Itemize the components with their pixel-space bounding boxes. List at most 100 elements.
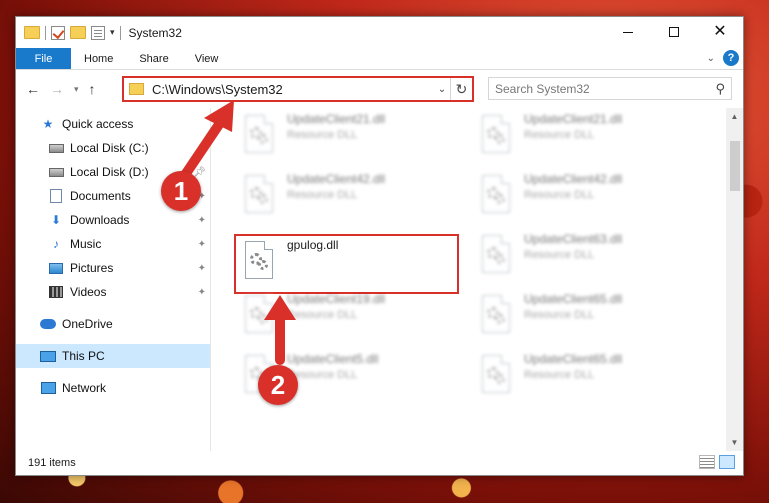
sidebar-item-label: Network [62,381,107,395]
maximize-button[interactable] [651,17,697,47]
search-input[interactable]: Search System32 [495,82,715,96]
navigation-row: ← → ▾ ↑ C:\Windows\System32 ⌄ ↻ Search S… [16,70,743,108]
search-box[interactable]: Search System32 ⚲ [488,77,732,100]
sidebar-item-local-disk-c[interactable]: Local Disk (C:) [16,136,210,160]
vertical-scrollbar[interactable]: ▲ ▼ [726,108,743,451]
close-button[interactable]: ✕ [697,17,743,47]
dll-file-icon [478,175,514,219]
refresh-icon[interactable]: ↻ [450,78,472,100]
sidebar-item-label: Downloads [70,213,130,227]
address-dropdown-chevron-icon[interactable]: ⌄ [434,84,450,95]
navigation-pane: ★ Quick access Local Disk (C:) Local Dis… [16,108,210,451]
close-icon: ✕ [713,23,727,40]
forward-arrow-icon[interactable]: → [50,81,64,97]
sidebar-item-downloads[interactable]: ⬇ Downloads ✦ [16,208,210,232]
quick-access-toolbar: ▾ [16,25,121,40]
file-type: Resource DLL [524,129,595,141]
downloads-icon: ⬇ [50,213,62,227]
sidebar-item-network[interactable]: Network [16,376,210,400]
properties-icon[interactable] [91,25,105,40]
dll-file-icon [478,115,514,159]
sidebar-item-label: Quick access [62,117,134,131]
sidebar-item-onedrive[interactable]: OneDrive [16,312,210,336]
sidebar-item-label: Local Disk (C:) [70,141,149,155]
tab-file[interactable]: File [16,48,71,69]
dll-file-icon [241,241,277,285]
pin-icon[interactable]: ✦ [198,287,206,298]
sidebar-item-label: Videos [70,285,107,299]
sidebar-item-this-pc[interactable]: This PC [16,344,210,368]
window-title: System32 [128,25,182,40]
file-name: UpdateClient42.dll [524,172,623,186]
file-type: Resource DLL [287,369,358,381]
step-2-badge: 2 [258,365,298,405]
cloud-icon [40,317,56,331]
videos-icon [48,285,64,299]
large-icons-view-icon[interactable] [719,455,735,469]
network-icon [40,381,56,395]
scroll-up-arrow-icon[interactable]: ▲ [726,108,743,125]
folder-icon [129,83,144,95]
search-icon[interactable]: ⚲ [715,81,725,97]
file-name: UpdateClient65.dll [524,352,623,366]
navigation-buttons: ← → ▾ ↑ [16,81,122,97]
recent-locations-chevron-icon[interactable]: ▾ [74,84,79,95]
expand-ribbon-chevron-icon[interactable]: ⌄ [707,53,715,64]
sidebar-item-label: Documents [70,189,131,203]
tab-home[interactable]: Home [71,48,126,69]
file-item[interactable]: UpdateClient63.dll Resource DLL [473,230,698,284]
new-folder-icon[interactable] [70,26,86,39]
up-arrow-icon[interactable]: ↑ [89,81,96,97]
file-explorer-window: ▾ System32 ✕ File Home Share View ⌄ ? ← … [15,16,744,476]
minimize-icon [623,31,633,33]
scrollbar-thumb[interactable] [730,141,740,191]
back-arrow-icon[interactable]: ← [26,81,40,97]
sidebar-item-quick-access[interactable]: ★ Quick access [16,112,210,136]
address-bar[interactable]: C:\Windows\System32 ⌄ ↻ [122,76,474,102]
sidebar-item-label: Pictures [70,261,114,275]
pin-icon[interactable]: 📌︎ [193,167,206,178]
file-item[interactable]: UpdateClient21.dll Resource DLL [236,110,461,164]
properties-check-icon[interactable] [51,25,65,40]
address-path[interactable]: C:\Windows\System32 [152,82,434,97]
pin-icon[interactable]: ✦ [198,239,206,250]
maximize-icon [669,27,679,37]
details-view-icon[interactable] [699,455,715,469]
sidebar-item-pictures[interactable]: Pictures ✦ [16,256,210,280]
help-icon[interactable]: ? [723,50,739,66]
sidebar-item-label: Local Disk (D:) [70,165,149,179]
sidebar-item-videos[interactable]: Videos ✦ [16,280,210,304]
file-item[interactable]: UpdateClient65.dll Resource DLL [473,350,698,404]
file-item[interactable]: UpdateClient21.dll Resource DLL [473,110,698,164]
file-name: gpulog.dll [287,238,339,252]
file-type: Resource DLL [287,129,358,141]
computer-icon [40,349,56,363]
toolbar-separator [45,25,46,40]
main-content: ★ Quick access Local Disk (C:) Local Dis… [16,108,743,451]
dll-file-icon [478,235,514,279]
sidebar-item-label: Music [70,237,102,251]
tab-share[interactable]: Share [126,48,181,69]
file-item[interactable]: UpdateClient19.dll Resource DLL [236,290,461,344]
minimize-button[interactable] [605,17,651,47]
file-name: UpdateClient42.dll [287,172,386,186]
dll-file-icon [241,295,277,339]
ribbon-tabs: File Home Share View ⌄ ? [16,48,743,70]
file-item[interactable]: UpdateClient42.dll Resource DLL [236,170,461,224]
pin-icon[interactable]: ✦ [198,263,206,274]
file-name: UpdateClient65.dll [524,292,623,306]
tab-view[interactable]: View [182,48,232,69]
gpulog-file-item[interactable]: gpulog.dll [234,234,459,294]
customize-toolbar-chevron-icon[interactable]: ▾ [110,27,115,38]
dll-file-icon [478,295,514,339]
ribbon-right-controls: ⌄ ? [707,50,739,66]
file-item[interactable]: UpdateClient42.dll Resource DLL [473,170,698,224]
star-icon: ★ [42,117,54,131]
file-item[interactable]: UpdateClient65.dll Resource DLL [473,290,698,344]
window-controls: ✕ [605,17,743,47]
scroll-down-arrow-icon[interactable]: ▼ [726,434,743,451]
file-type: Resource DLL [524,369,595,381]
pin-icon[interactable]: ✦ [198,215,206,226]
sidebar-item-music[interactable]: ♪ Music ✦ [16,232,210,256]
